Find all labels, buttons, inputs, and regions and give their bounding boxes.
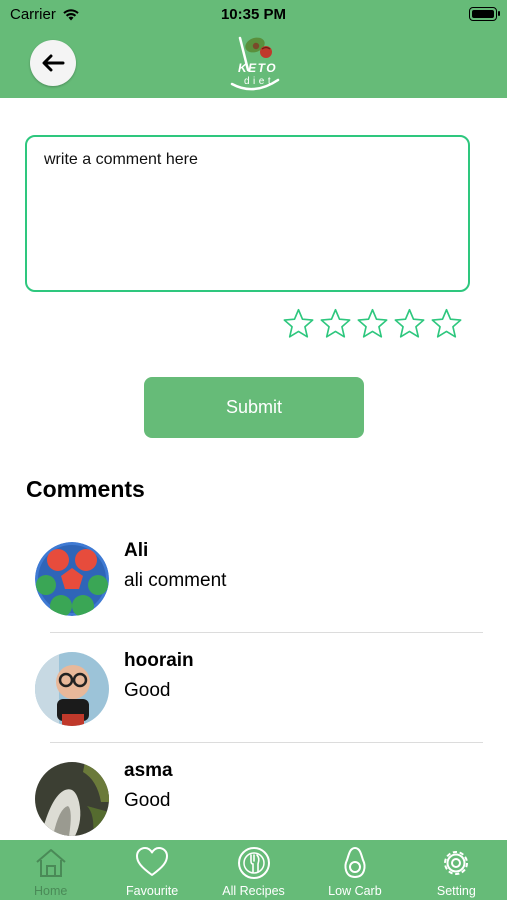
tab-setting-label: Setting xyxy=(436,884,476,898)
star-icon[interactable] xyxy=(430,307,463,340)
status-bar: Carrier 10:35 PM xyxy=(0,0,507,30)
plate-fork-knife-icon xyxy=(237,847,270,879)
comment-text: Good xyxy=(124,790,171,811)
divider xyxy=(50,632,483,633)
star-rating xyxy=(282,307,463,340)
comment-placeholder: write a comment here xyxy=(44,151,198,168)
arrow-left-icon xyxy=(42,54,65,72)
comment-item: Ali ali comment xyxy=(0,530,507,640)
battery-icon xyxy=(469,7,500,21)
gear-icon xyxy=(444,851,469,875)
tab-favourite[interactable]: Favourite xyxy=(101,840,202,900)
comment-author: hoorain xyxy=(124,650,194,671)
comments-screen: Carrier 10:35 PM KETO diet write a comme… xyxy=(0,0,507,900)
baby-photo-avatar xyxy=(35,652,109,726)
comment-input[interactable]: write a comment here xyxy=(25,135,470,292)
tab-home-label: Home xyxy=(34,884,68,898)
tab-bar: Home Favourite All Recipes Low Carb Sett… xyxy=(0,840,507,900)
submit-label: Submit xyxy=(225,397,283,417)
comments-title: Comments xyxy=(26,476,145,502)
star-icon[interactable] xyxy=(356,307,389,340)
tab-low-carb-label: Low Carb xyxy=(328,884,382,898)
star-icon[interactable] xyxy=(393,307,426,340)
soccer-ball-avatar xyxy=(35,542,109,616)
logo-text-keto: KETO xyxy=(238,61,277,75)
star-icon[interactable] xyxy=(282,307,315,340)
comment-item: hoorain Good xyxy=(0,640,507,750)
tab-home[interactable]: Home xyxy=(0,840,101,900)
comment-text: ali comment xyxy=(124,570,227,591)
avocado-icon xyxy=(344,846,366,879)
photo-avatar xyxy=(35,762,109,836)
back-button[interactable] xyxy=(30,40,76,86)
comment-author: asma xyxy=(124,760,173,781)
tab-setting[interactable]: Setting xyxy=(406,840,507,900)
divider xyxy=(50,742,483,743)
keto-diet-logo: KETO diet xyxy=(218,30,290,94)
tab-favourite-label: Favourite xyxy=(126,884,179,898)
submit-button[interactable]: Submit xyxy=(144,377,364,438)
tab-all-recipes[interactable]: All Recipes xyxy=(203,840,304,900)
logo-text-diet: diet xyxy=(244,76,274,87)
home-icon xyxy=(36,849,66,877)
header-bar: Carrier 10:35 PM KETO diet xyxy=(0,0,507,98)
star-icon[interactable] xyxy=(319,307,352,340)
comment-text: Good xyxy=(124,680,171,701)
status-time: 10:35 PM xyxy=(220,6,287,23)
tab-all-recipes-label: All Recipes xyxy=(222,884,285,898)
comment-author: Ali xyxy=(124,540,149,561)
heart-icon xyxy=(136,847,169,876)
tab-low-carb[interactable]: Low Carb xyxy=(304,840,405,900)
